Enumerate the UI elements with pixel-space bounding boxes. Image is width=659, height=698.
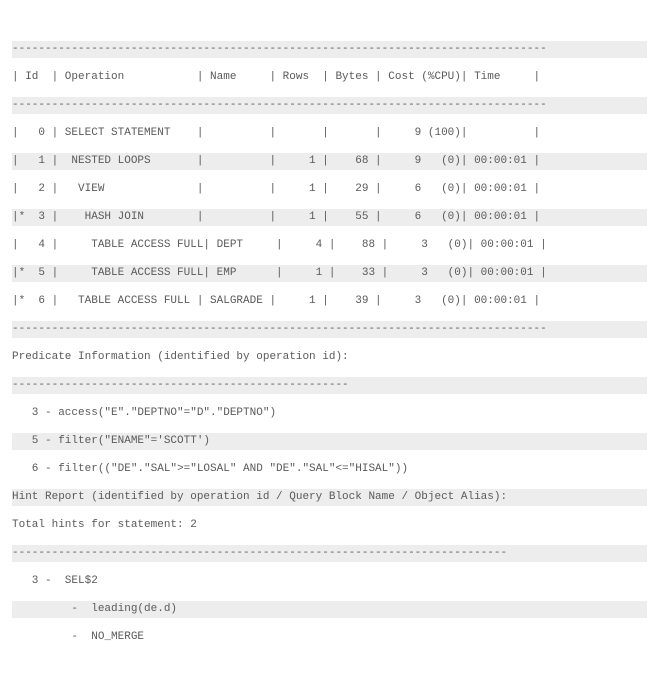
plan-header-divider: ----------------------------------------… [12,97,647,114]
hint-total: Total hints for statement: 2 [12,517,647,534]
hint-line: - NO_MERGE [12,629,647,646]
plan-row: | 1 | NESTED LOOPS | | 1 | 68 | 9 (0)| 0… [12,153,647,170]
predicate-title: Predicate Information (identified by ope… [12,349,647,366]
predicate-line: 5 - filter("ENAME"='SCOTT') [12,433,647,450]
plan-header: | Id | Operation | Name | Rows | Bytes |… [12,69,647,86]
plan-row: | 4 | TABLE ACCESS FULL| DEPT | 4 | 88 |… [12,237,647,254]
hint-line: - leading(de.d) [12,601,647,618]
plan-border-bottom: ----------------------------------------… [12,321,647,338]
plan-row: |* 3 | HASH JOIN | | 1 | 55 | 6 (0)| 00:… [12,209,647,226]
hint-divider: ----------------------------------------… [12,545,647,562]
plan-row: |* 6 | TABLE ACCESS FULL | SALGRADE | 1 … [12,293,647,310]
plan-row: | 0 | SELECT STATEMENT | | | | 9 (100)| … [12,125,647,142]
hint-line: 3 - SEL$2 [12,573,647,590]
hint-report-title: Hint Report (identified by operation id … [12,489,647,506]
plan-border-top: ----------------------------------------… [12,41,647,58]
predicate-line: 6 - filter(("DE"."SAL">="LOSAL" AND "DE"… [12,461,647,478]
plan-row: | 2 | VIEW | | 1 | 29 | 6 (0)| 00:00:01 … [12,181,647,198]
plan-row: |* 5 | TABLE ACCESS FULL| EMP | 1 | 33 |… [12,265,647,282]
predicate-line: 3 - access("E"."DEPTNO"="D"."DEPTNO") [12,405,647,422]
predicate-divider: ----------------------------------------… [12,377,647,394]
